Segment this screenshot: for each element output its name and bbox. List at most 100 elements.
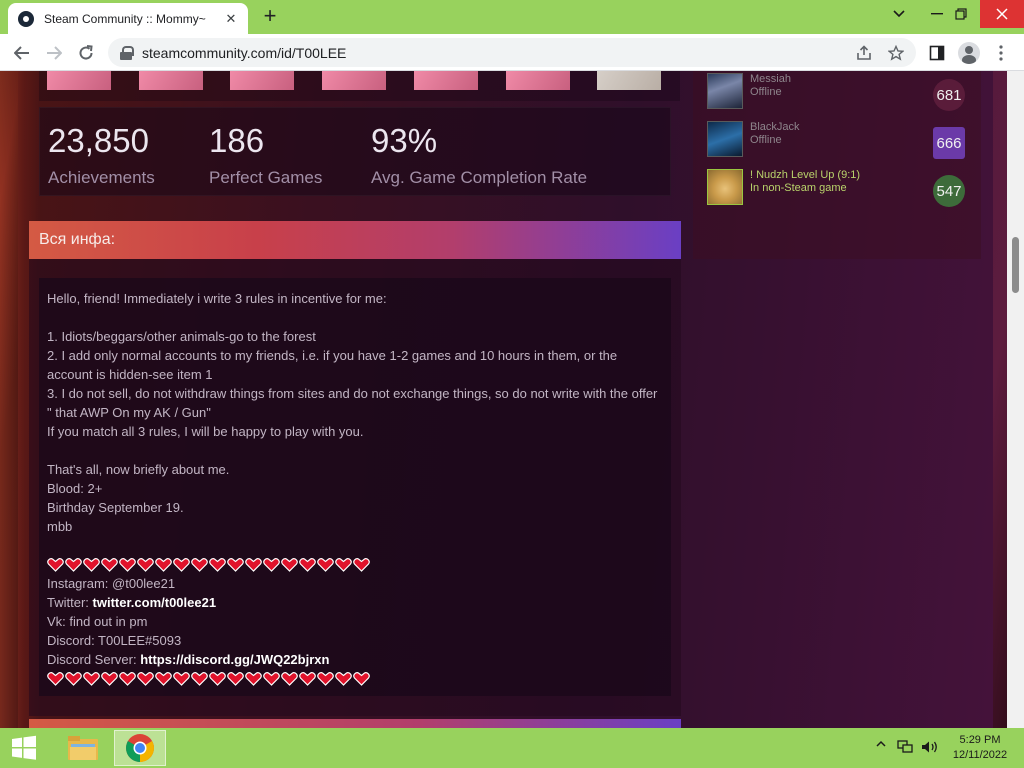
friend-item[interactable]: Messiah Offline 681 [707,73,977,111]
friend-name[interactable]: ! Nudzh Level Up (9:1) [750,169,860,181]
heart-icon [191,557,208,572]
badge-icon[interactable] [139,71,203,90]
heart-icon [245,557,262,572]
heart-icon [65,671,82,686]
badge-icon[interactable] [414,71,478,90]
info-section-header: Вся инфа: [29,221,681,259]
steam-profile-page: 23,850 Achievements 186 Perfect Games 93… [0,71,1024,728]
tab-strip: Steam Community :: Mommy~ ✕ + [0,0,1024,34]
menu-kebab-icon[interactable] [988,40,1014,66]
discord-server-line: Discord Server: https://discord.gg/JWQ22… [47,650,663,669]
share-icon[interactable] [854,43,874,63]
heart-icon [299,671,316,686]
clock-time: 5:29 PM [959,734,1001,746]
side-panel-icon[interactable] [924,40,950,66]
heart-icon [83,557,100,572]
volume-icon[interactable] [921,740,939,757]
heart-icon [47,671,64,686]
stat-label: Achievements [48,168,155,187]
heart-icon [47,557,64,572]
chrome-taskbar-icon[interactable] [114,730,166,766]
info-line: Blood: 2+ [47,481,103,496]
heart-icon [209,671,226,686]
heart-icon [191,671,208,686]
instagram-line: Instagram: @t00lee21 [47,576,176,591]
url-text[interactable]: steamcommunity.com/id/T00LEE [142,45,346,61]
lock-icon[interactable] [120,45,134,60]
heart-icon [335,557,352,572]
browser-toolbar: steamcommunity.com/id/T00LEE [0,34,1024,71]
friend-level-badge: 666 [933,127,965,159]
windows-start-icon[interactable] [6,732,42,764]
discord-server-link[interactable]: https://discord.gg/JWQ22bjrxn [140,652,329,667]
twitter-link[interactable]: twitter.com/t00lee21 [93,595,217,610]
friend-name[interactable]: BlackJack [750,121,800,133]
bookmark-star-icon[interactable] [886,43,906,63]
heart-icon [101,671,118,686]
heart-icon [281,557,298,572]
info-line: mbb [47,519,73,534]
friend-avatar[interactable] [707,121,743,157]
scrollbar-thumb[interactable] [1012,237,1019,293]
heart-icon [245,671,262,686]
friend-item[interactable]: BlackJack Offline 666 [707,121,977,159]
reload-icon[interactable] [73,40,99,66]
stat-label: Avg. Game Completion Rate [371,168,588,187]
heart-icon [335,671,352,686]
badge-icon[interactable] [597,71,661,90]
heart-icon [155,671,172,686]
friend-name[interactable]: Messiah [750,73,791,85]
heart-icon [65,557,82,572]
heart-icon [317,557,334,572]
discord-server-label: Discord Server: [47,652,141,667]
heart-icon [227,557,244,572]
window-close-button[interactable] [980,0,1024,28]
file-explorer-icon[interactable] [57,730,109,766]
heart-icon [155,557,172,572]
address-bar[interactable]: steamcommunity.com/id/T00LEE [108,38,916,67]
heart-icon [299,557,316,572]
stat-perfect-games: 186 Perfect Games [209,122,322,188]
heart-icon [137,557,154,572]
forward-arrow-icon[interactable] [41,40,67,66]
network-icon[interactable] [897,740,913,757]
badge-icon[interactable] [506,71,570,90]
heart-icon [281,671,298,686]
page-scrollbar[interactable] [1007,71,1024,728]
heart-icon [101,557,118,572]
profile-avatar-icon[interactable] [956,40,982,66]
restore-button[interactable] [938,0,984,28]
windows-taskbar: 5:29 PM 12/11/2022 [0,728,1024,768]
badge-icon[interactable] [322,71,386,90]
info-line: Birthday September 19. [47,500,184,515]
friend-avatar[interactable] [707,169,743,205]
friend-item[interactable]: ! Nudzh Level Up (9:1) In non-Steam game… [707,169,977,207]
achievement-stats-panel: 23,850 Achievements 186 Perfect Games 93… [39,107,671,196]
friend-status: Offline [750,86,782,98]
info-line: 1. Idiots/beggars/other animals-go to th… [47,329,316,344]
new-tab-button[interactable]: + [258,4,282,28]
heart-icon [353,557,370,572]
heart-icon [209,557,226,572]
heart-icon [263,671,280,686]
stat-completion-rate: 93% Avg. Game Completion Rate [371,122,587,188]
heart-icon [119,557,136,572]
show-hidden-icons-chevron[interactable] [876,736,886,751]
heart-icon [119,671,136,686]
stat-value: 93% [371,122,438,159]
stat-value: 186 [209,122,265,159]
heart-icon [353,671,370,686]
tab-close-icon[interactable]: ✕ [222,11,240,27]
friend-avatar[interactable] [707,73,743,109]
browser-tab[interactable]: Steam Community :: Mommy~ ✕ [8,3,248,34]
system-clock[interactable]: 5:29 PM 12/11/2022 [942,733,1018,763]
badge-icon[interactable] [47,71,111,90]
hearts-row [47,555,663,574]
friend-status: In non-Steam game [750,182,847,194]
vk-line: Vk: find out in pm [47,614,148,629]
heart-icon [263,557,280,572]
badge-icon[interactable] [230,71,294,90]
heart-icon [317,671,334,686]
tab-title: Steam Community :: Mommy~ [44,11,206,26]
back-arrow-icon[interactable] [9,40,35,66]
